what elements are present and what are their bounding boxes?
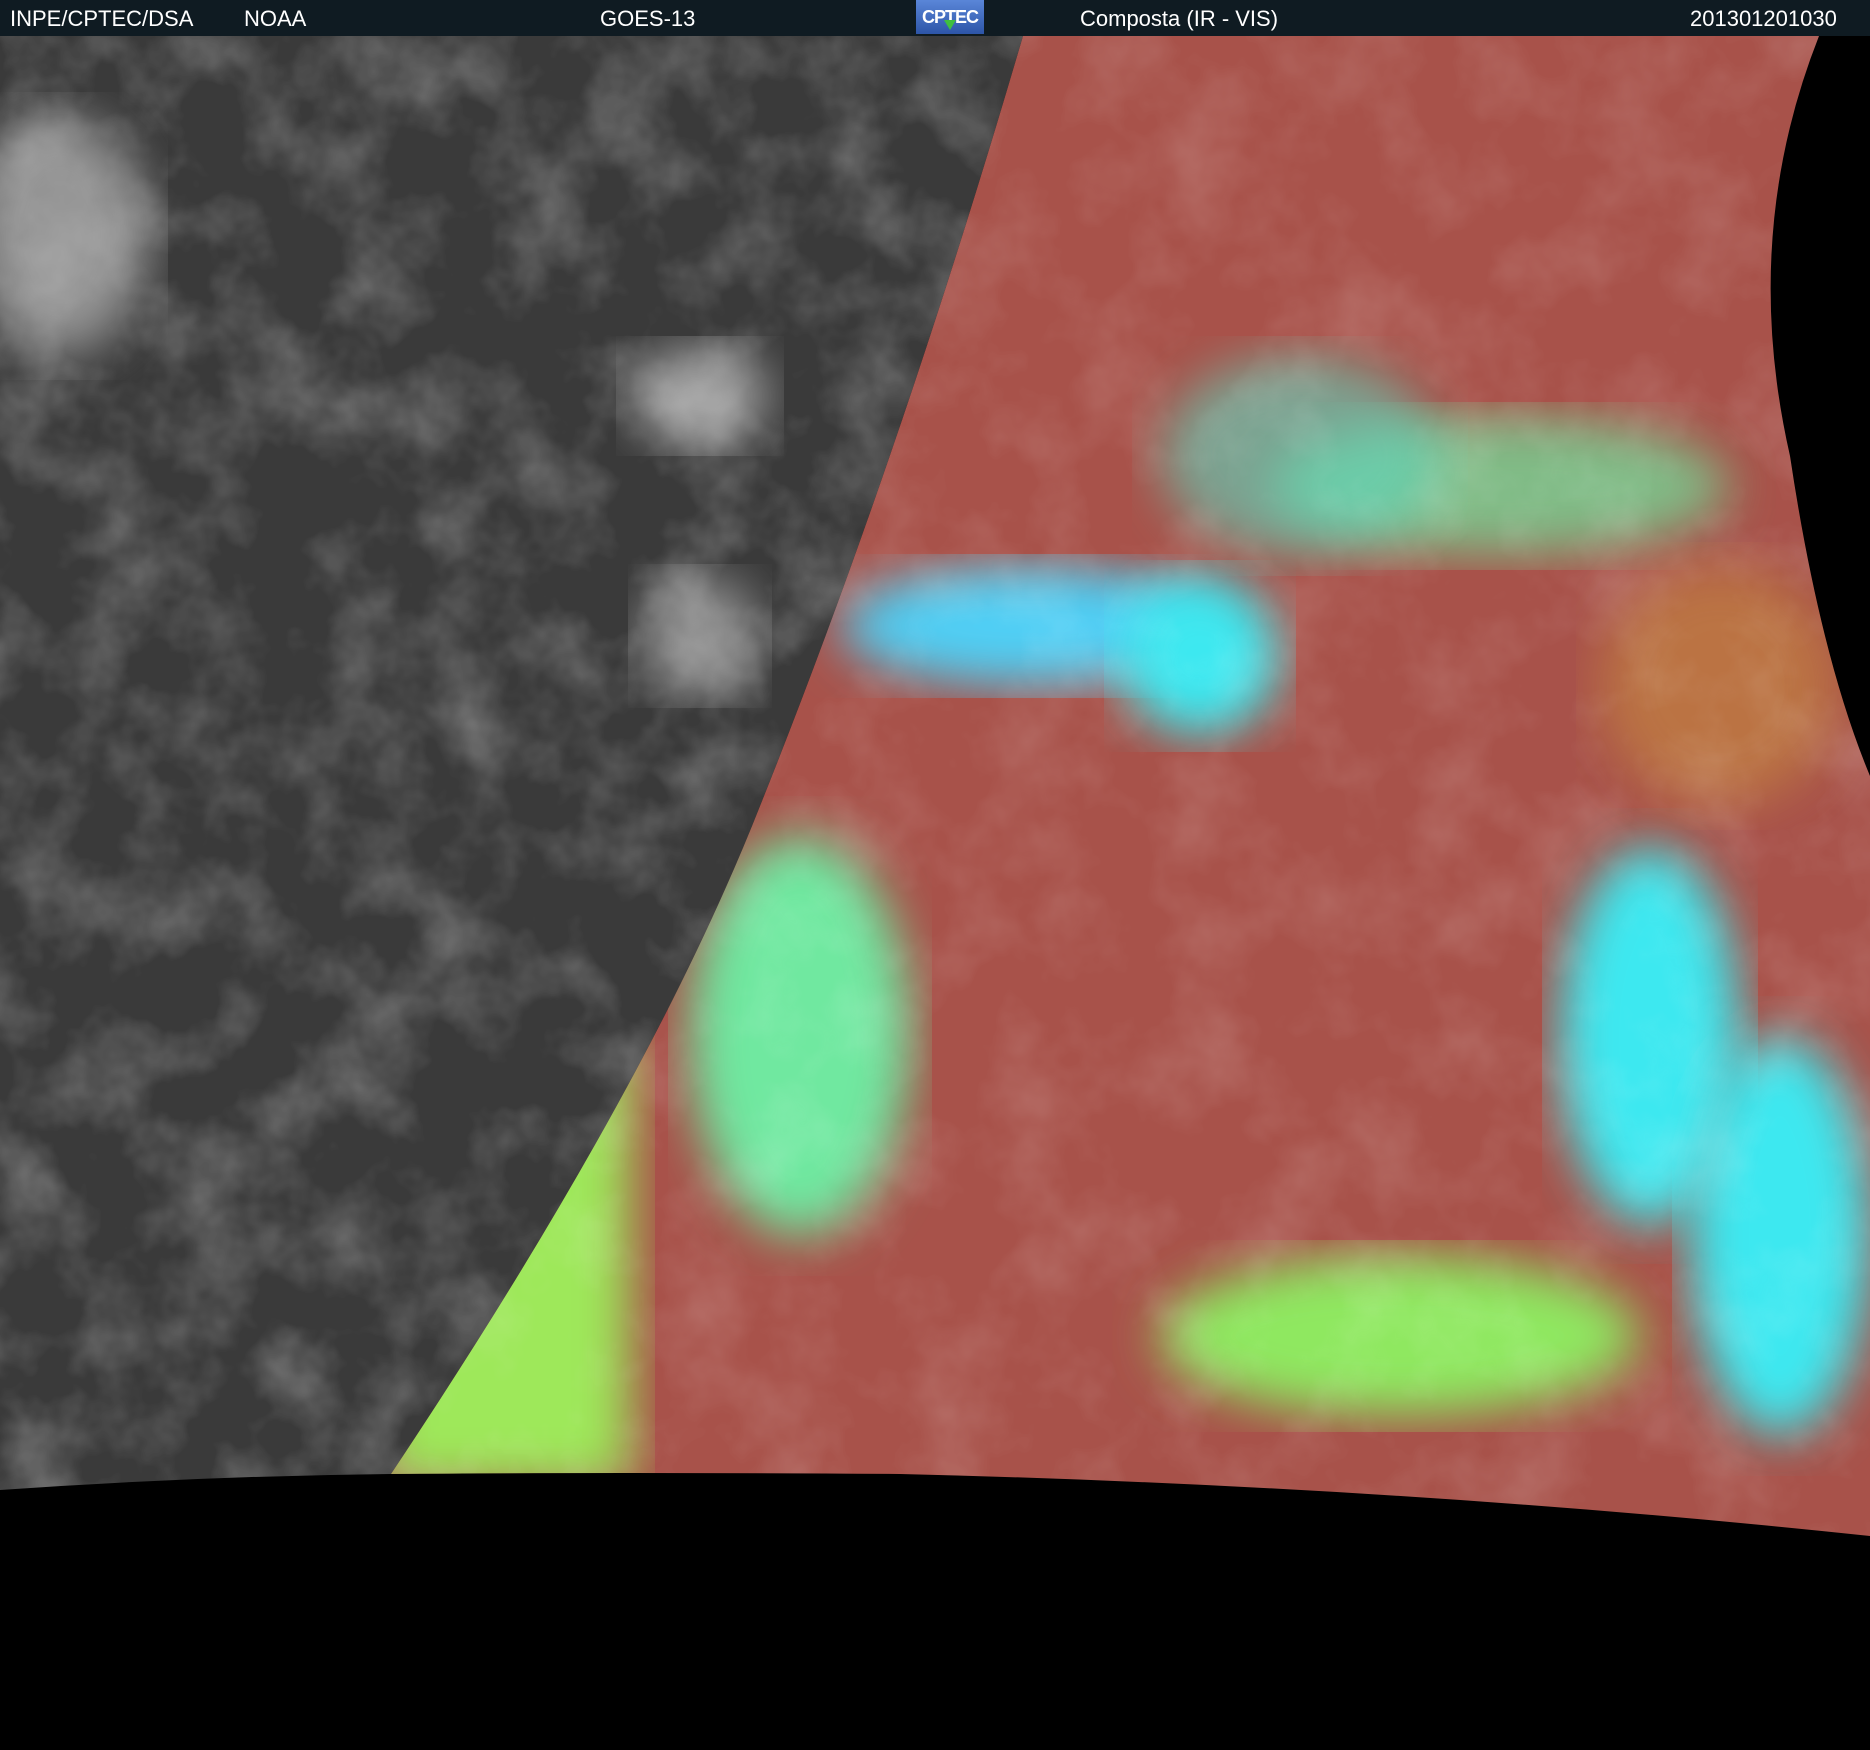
satellite-label: GOES-13 xyxy=(600,6,696,31)
product-label: Composta (IR - VIS) xyxy=(1080,6,1279,31)
logo-triangle-icon xyxy=(944,20,956,30)
header-bar: INPE/CPTEC/DSA NOAA GOES-13 CPTEC Compos… xyxy=(0,0,1870,36)
agency-label: NOAA xyxy=(244,6,307,31)
timestamp-label: 201301201030 xyxy=(1690,6,1837,31)
source-label: INPE/CPTEC/DSA xyxy=(10,6,194,31)
cptec-logo: CPTEC xyxy=(916,0,984,34)
satellite-image xyxy=(0,36,1870,1536)
